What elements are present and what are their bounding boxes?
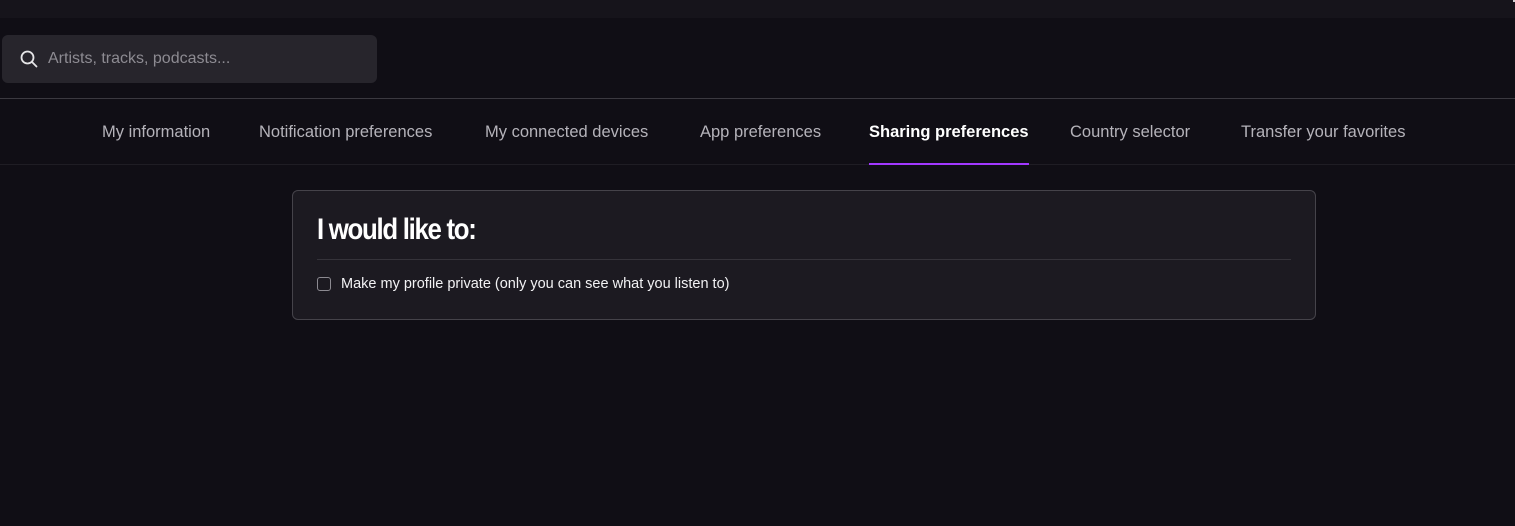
sharing-preferences-card: I would like to: Make my profile private… [292,190,1316,320]
tab-transfer-your-favorites[interactable]: Transfer your favorites [1241,99,1405,165]
tab-app-preferences[interactable]: App preferences [700,99,821,165]
private-profile-option[interactable]: Make my profile private (only you can se… [317,276,729,292]
search-input[interactable] [48,50,348,68]
search-bar[interactable] [2,35,377,83]
header [0,18,1515,98]
card-divider [317,259,1291,260]
tab-country-selector[interactable]: Country selector [1070,99,1190,165]
tab-notification-preferences[interactable]: Notification preferences [259,99,432,165]
top-strip [0,0,1515,18]
tab-sharing-preferences[interactable]: Sharing preferences [869,99,1029,165]
search-icon [20,50,38,68]
private-profile-checkbox[interactable] [317,277,331,291]
card-title: I would like to: [317,213,477,246]
tab-my-connected-devices[interactable]: My connected devices [485,99,648,165]
tab-my-information[interactable]: My information [102,99,210,165]
private-profile-label: Make my profile private (only you can se… [341,276,730,292]
settings-tabs: My information Notification preferences … [0,99,1515,165]
